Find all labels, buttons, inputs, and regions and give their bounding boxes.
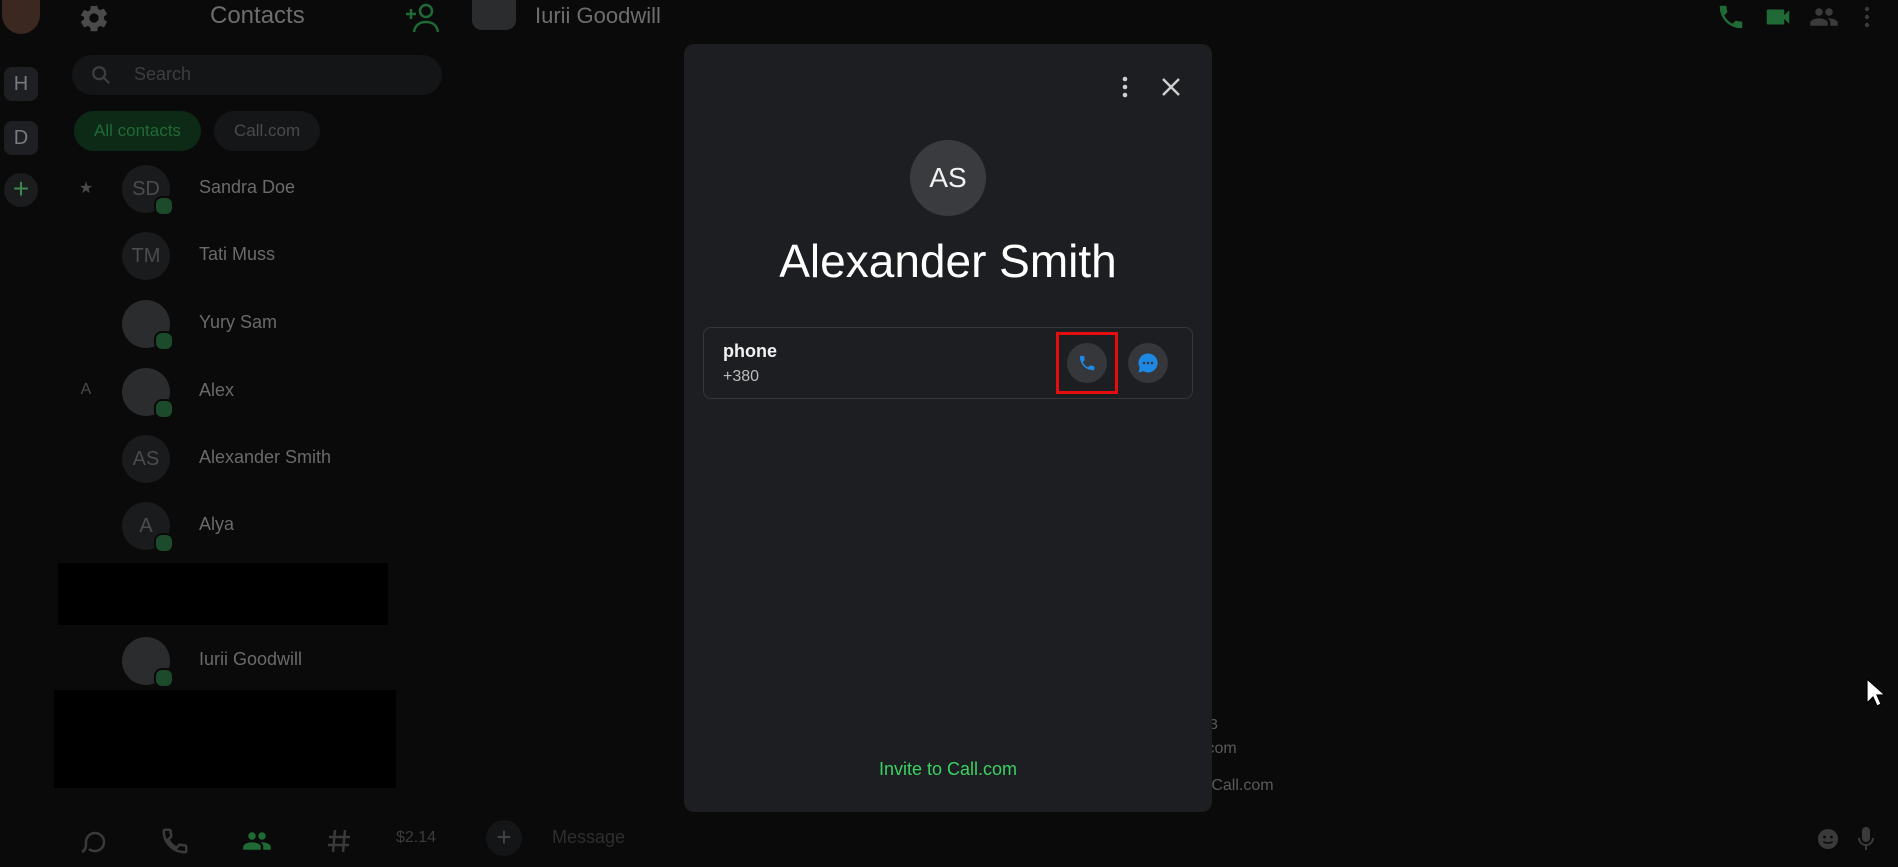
settings-gear-icon[interactable] <box>78 2 110 34</box>
contact-name: Alex <box>199 380 235 400</box>
contact-row[interactable]: TM Tati Muss <box>56 227 386 287</box>
redacted-block <box>58 563 388 625</box>
emoji-icon[interactable] <box>1816 827 1840 851</box>
mouse-cursor-icon <box>1866 678 1886 708</box>
workspace-rail: H D + <box>0 0 44 867</box>
more-options-icon[interactable] <box>1110 72 1140 102</box>
contact-name: Iurii Goodwill <box>199 649 303 669</box>
online-badge <box>154 196 174 216</box>
contact-avatar: AS <box>910 140 986 216</box>
contact-name: Tati Muss <box>199 244 276 264</box>
contact-name: Yury Sam <box>199 312 278 332</box>
online-badge <box>154 399 174 419</box>
contact-name: Alexander Smith <box>199 447 332 467</box>
contact-row[interactable]: AS Alexander Smith <box>56 430 386 490</box>
chat-avatar <box>472 0 516 30</box>
chats-icon[interactable] <box>78 826 112 856</box>
video-call-icon[interactable] <box>1762 2 1794 32</box>
contacts-title: Contacts <box>210 2 305 29</box>
phone-nav-icon[interactable] <box>160 826 190 856</box>
contact-row[interactable]: Yury Sam <box>56 295 386 355</box>
workspace-h[interactable]: H <box>4 67 38 101</box>
redacted-block <box>54 690 396 788</box>
contact-details-modal: AS Alexander Smith phone +380 Invite to … <box>684 44 1212 812</box>
contact-row[interactable]: Iurii Goodwill <box>56 632 386 692</box>
balance-label: $2.14 <box>396 829 437 846</box>
microphone-icon[interactable] <box>1858 826 1874 852</box>
hashtag-icon[interactable] <box>326 826 352 856</box>
contacts-nav-icon[interactable] <box>240 826 274 856</box>
phone-number-card: phone +380 <box>703 327 1193 399</box>
filter-all-contacts[interactable]: All contacts <box>74 111 201 151</box>
contact-name-heading: Alexander Smith <box>779 235 1117 287</box>
phone-type-label: phone <box>723 341 777 361</box>
search-placeholder: Search <box>134 64 192 84</box>
online-badge <box>154 668 174 688</box>
favorite-star-icon: ★ <box>78 180 94 197</box>
more-vert-icon[interactable] <box>1860 2 1874 32</box>
group-icon[interactable] <box>1808 2 1840 32</box>
filter-call-com[interactable]: Call.com <box>214 111 321 151</box>
add-contact-icon[interactable] <box>404 0 442 34</box>
invite-to-call-com-link[interactable]: Invite to Call.com <box>684 759 1212 780</box>
contact-name: Alya <box>199 514 235 534</box>
search-icon <box>90 64 112 86</box>
message-button[interactable] <box>1128 343 1168 383</box>
attach-plus-button[interactable]: + <box>486 820 522 856</box>
phone-call-icon[interactable] <box>1716 2 1746 32</box>
contact-avatar: TM <box>122 232 170 280</box>
chat-title: Iurii Goodwill <box>535 3 661 28</box>
my-avatar[interactable] <box>2 0 40 34</box>
message-input[interactable]: Message <box>552 827 625 848</box>
contact-row[interactable]: ★ SD Sandra Doe <box>56 160 386 220</box>
online-badge <box>154 331 174 351</box>
close-icon[interactable] <box>1156 72 1186 102</box>
contact-row[interactable]: A Alya <box>56 497 386 557</box>
contact-search[interactable]: Search <box>72 55 442 95</box>
contact-name: Sandra Doe <box>199 177 296 197</box>
online-badge <box>154 533 174 553</box>
section-letter: A <box>80 381 92 398</box>
add-workspace-button[interactable]: + <box>4 173 38 207</box>
contact-avatar: AS <box>122 435 170 483</box>
call-button[interactable] <box>1067 343 1107 383</box>
phone-number: +380 <box>723 368 760 385</box>
contact-row[interactable]: A Alex <box>56 363 386 423</box>
workspace-d[interactable]: D <box>4 121 38 155</box>
